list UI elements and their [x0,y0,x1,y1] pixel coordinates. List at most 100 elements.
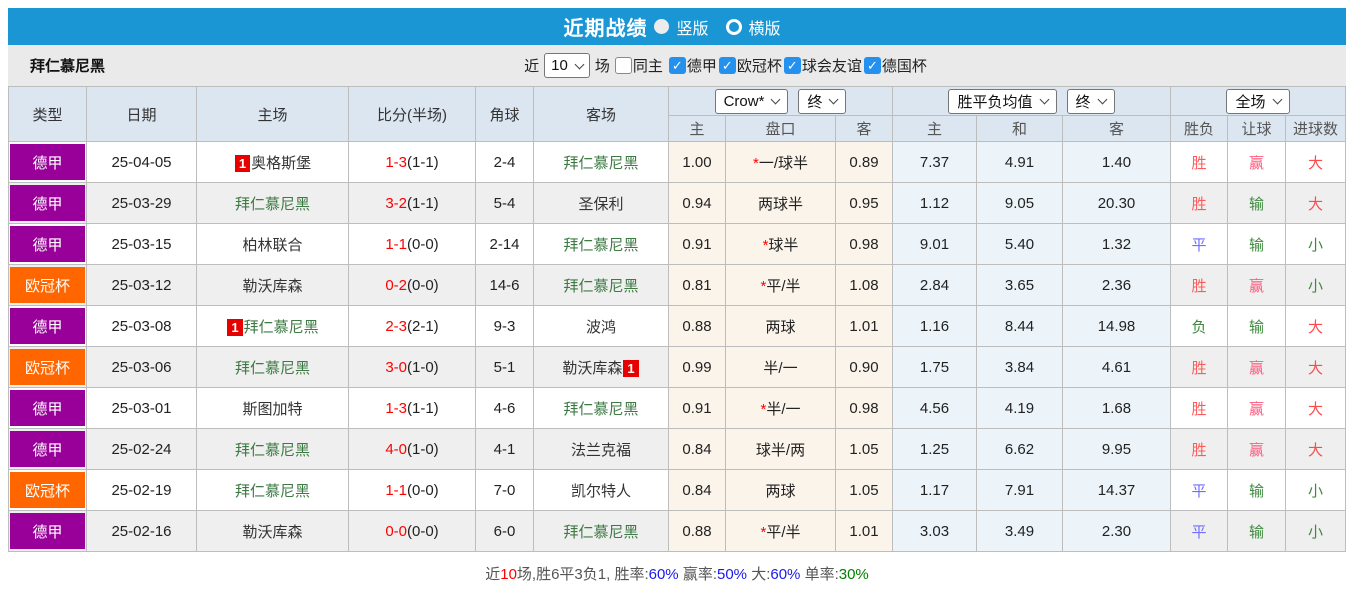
col-header-type: 类型 [9,87,87,142]
match-result: 平 [1171,224,1228,265]
header-dropdown[interactable]: Crow* [715,89,789,114]
header-dropdown[interactable]: 终 [1067,89,1115,114]
score-cell: 1-1(0-0) [349,224,476,265]
fulltime-score: 0-0 [385,523,407,540]
away-team-cell: 拜仁慕尼黑 [534,142,669,183]
avg-win-odds: 1.25 [893,429,977,470]
league-badge: 欧冠杯 [10,267,85,303]
team-name: 拜仁慕尼黑 [563,401,638,418]
corners-cell: 4-6 [476,388,534,429]
table-row: 欧冠杯25-03-12勒沃库森0-2(0-0)14-6拜仁慕尼黑0.81*平/半… [9,265,1346,306]
match-result: 平 [1171,511,1228,552]
checkbox-checked-icon[interactable]: ✓ [719,57,736,74]
avg-lose-odds: 1.32 [1063,224,1171,265]
match-result: 胜 [1171,265,1228,306]
table-row: 欧冠杯25-03-06拜仁慕尼黑3-0(1-0)5-1勒沃库森10.99半/一0… [9,347,1346,388]
header-dropdown[interactable]: 终 [798,89,846,114]
match-date: 25-04-05 [87,142,197,183]
avg-lose-odds: 20.30 [1063,183,1171,224]
handicap-line: *球半 [726,224,836,265]
group-header-handicap: Crow* 终 [669,87,893,116]
league-badge: 德甲 [10,431,85,467]
away-team-cell: 圣保利 [534,183,669,224]
fulltime-score: 1-1 [385,482,407,499]
handicap-result: 赢 [1228,142,1286,183]
match-date: 25-02-16 [87,511,197,552]
chevron-down-icon [1097,95,1107,105]
team-name: 法兰克福 [571,442,631,459]
match-date: 25-03-08 [87,306,197,347]
match-result: 胜 [1171,347,1228,388]
checkbox-checked-icon[interactable]: ✓ [669,57,686,74]
match-count-select[interactable]: 10 [544,53,590,78]
fulltime-score: 1-1 [385,236,407,253]
chevron-down-icon [1039,95,1049,105]
rank-badge: 1 [623,360,638,377]
radio-horizontal-layout[interactable] [726,19,742,35]
match-type-cell: 欧冠杯 [9,470,87,511]
halftime-score: (1-1) [407,400,439,417]
checkbox-checked-icon[interactable]: ✓ [784,57,801,74]
subheader-handicap-home: 主 [669,116,726,142]
away-team-cell: 拜仁慕尼黑 [534,265,669,306]
filter-checkbox-label[interactable]: 同主 [633,55,663,76]
fulltime-score: 1-3 [385,400,407,417]
match-type-cell: 德甲 [9,388,87,429]
league-badge: 欧冠杯 [10,472,85,508]
avg-lose-odds: 14.98 [1063,306,1171,347]
score-cell: 3-0(1-0) [349,347,476,388]
match-date: 25-03-06 [87,347,197,388]
match-result: 胜 [1171,183,1228,224]
col-header-date: 日期 [87,87,197,142]
radio-horizontal-label[interactable]: 横版 [749,15,781,39]
filter-checkbox-label[interactable]: 德甲 [687,55,717,76]
header-dropdown[interactable]: 胜平负均值 [948,89,1056,114]
match-date: 25-02-24 [87,429,197,470]
corners-cell: 5-4 [476,183,534,224]
league-badge: 德甲 [10,185,85,221]
score-cell: 2-3(2-1) [349,306,476,347]
near-label: 近 [524,55,539,76]
handicap-result: 输 [1228,470,1286,511]
summary-segment: 60% [649,566,679,583]
radio-vertical-layout[interactable] [654,19,669,34]
avg-draw-odds: 3.84 [977,347,1063,388]
halftime-score: (1-0) [407,441,439,458]
table-row: 德甲25-03-15柏林联合1-1(0-0)2-14拜仁慕尼黑0.91*球半0.… [9,224,1346,265]
filter-checkbox-label[interactable]: 球会友谊 [802,55,862,76]
handicap-result: 输 [1228,183,1286,224]
handicap-away-odds: 0.89 [836,142,893,183]
asterisk-marker: * [763,237,769,254]
subheader-avg-draw: 和 [977,116,1063,142]
corners-cell: 14-6 [476,265,534,306]
league-badge: 德甲 [10,226,85,262]
team-name: 拜仁慕尼黑 [244,319,319,336]
handicap-result: 赢 [1228,388,1286,429]
summary-segment: 10 [500,566,517,583]
subheader-handicap-away: 客 [836,116,893,142]
team-name: 柏林联合 [242,237,302,254]
halftime-score: (0-0) [407,482,439,499]
corners-cell: 2-4 [476,142,534,183]
avg-draw-odds: 3.49 [977,511,1063,552]
corners-cell: 7-0 [476,470,534,511]
team-name: 拜仁慕尼黑 [563,237,638,254]
panel-title: 近期战绩 [563,12,647,41]
goals-result: 大 [1286,142,1346,183]
team-name: 波鸿 [586,319,616,336]
avg-win-odds: 1.17 [893,470,977,511]
recent-results-panel: 近期战绩 竖版 横版 拜仁慕尼黑 近 10 场 同主✓德甲✓欧冠杯✓球会友谊✓德… [0,0,1354,584]
checkbox-checked-icon[interactable]: ✓ [864,57,881,74]
handicap-away-odds: 1.01 [836,306,893,347]
avg-win-odds: 4.56 [893,388,977,429]
avg-win-odds: 1.16 [893,306,977,347]
match-result: 胜 [1171,388,1228,429]
avg-draw-odds: 4.91 [977,142,1063,183]
filter-checkbox-label[interactable]: 欧冠杯 [737,55,782,76]
checkbox-unchecked-icon[interactable] [615,57,632,74]
filter-checkbox-label[interactable]: 德国杯 [882,55,927,76]
filter-checkbox-item: 同主 [615,55,663,76]
handicap-home-odds: 0.81 [669,265,726,306]
radio-vertical-label[interactable]: 竖版 [676,15,708,39]
header-dropdown[interactable]: 全场 [1226,89,1289,114]
